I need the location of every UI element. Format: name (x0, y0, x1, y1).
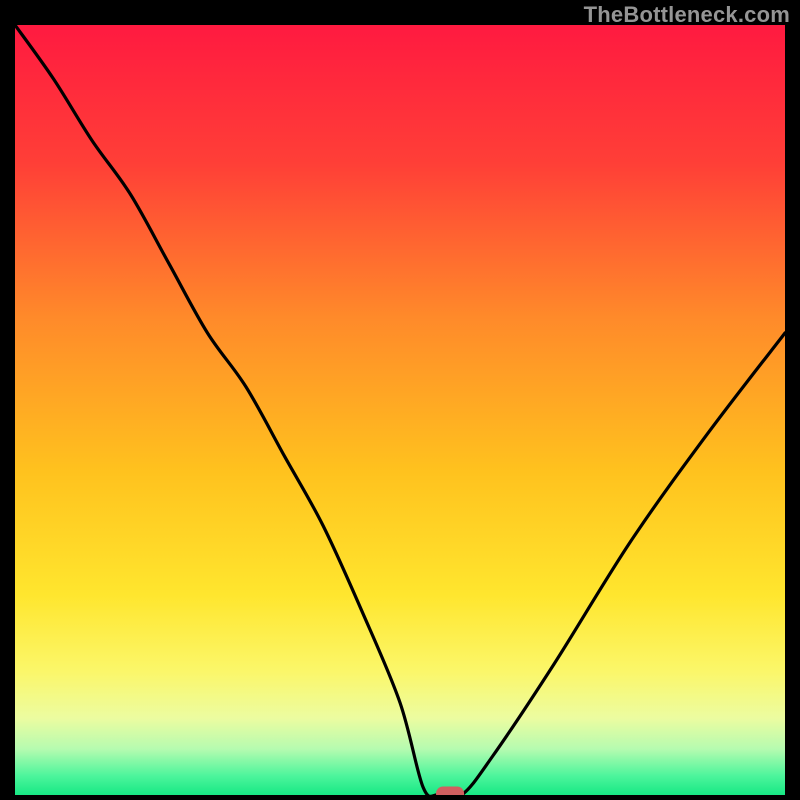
gradient-background (15, 25, 785, 795)
bottleneck-chart (15, 25, 785, 795)
bottleneck-marker (436, 787, 464, 796)
watermark-text: TheBottleneck.com (584, 2, 790, 28)
chart-stage: TheBottleneck.com (0, 0, 800, 800)
